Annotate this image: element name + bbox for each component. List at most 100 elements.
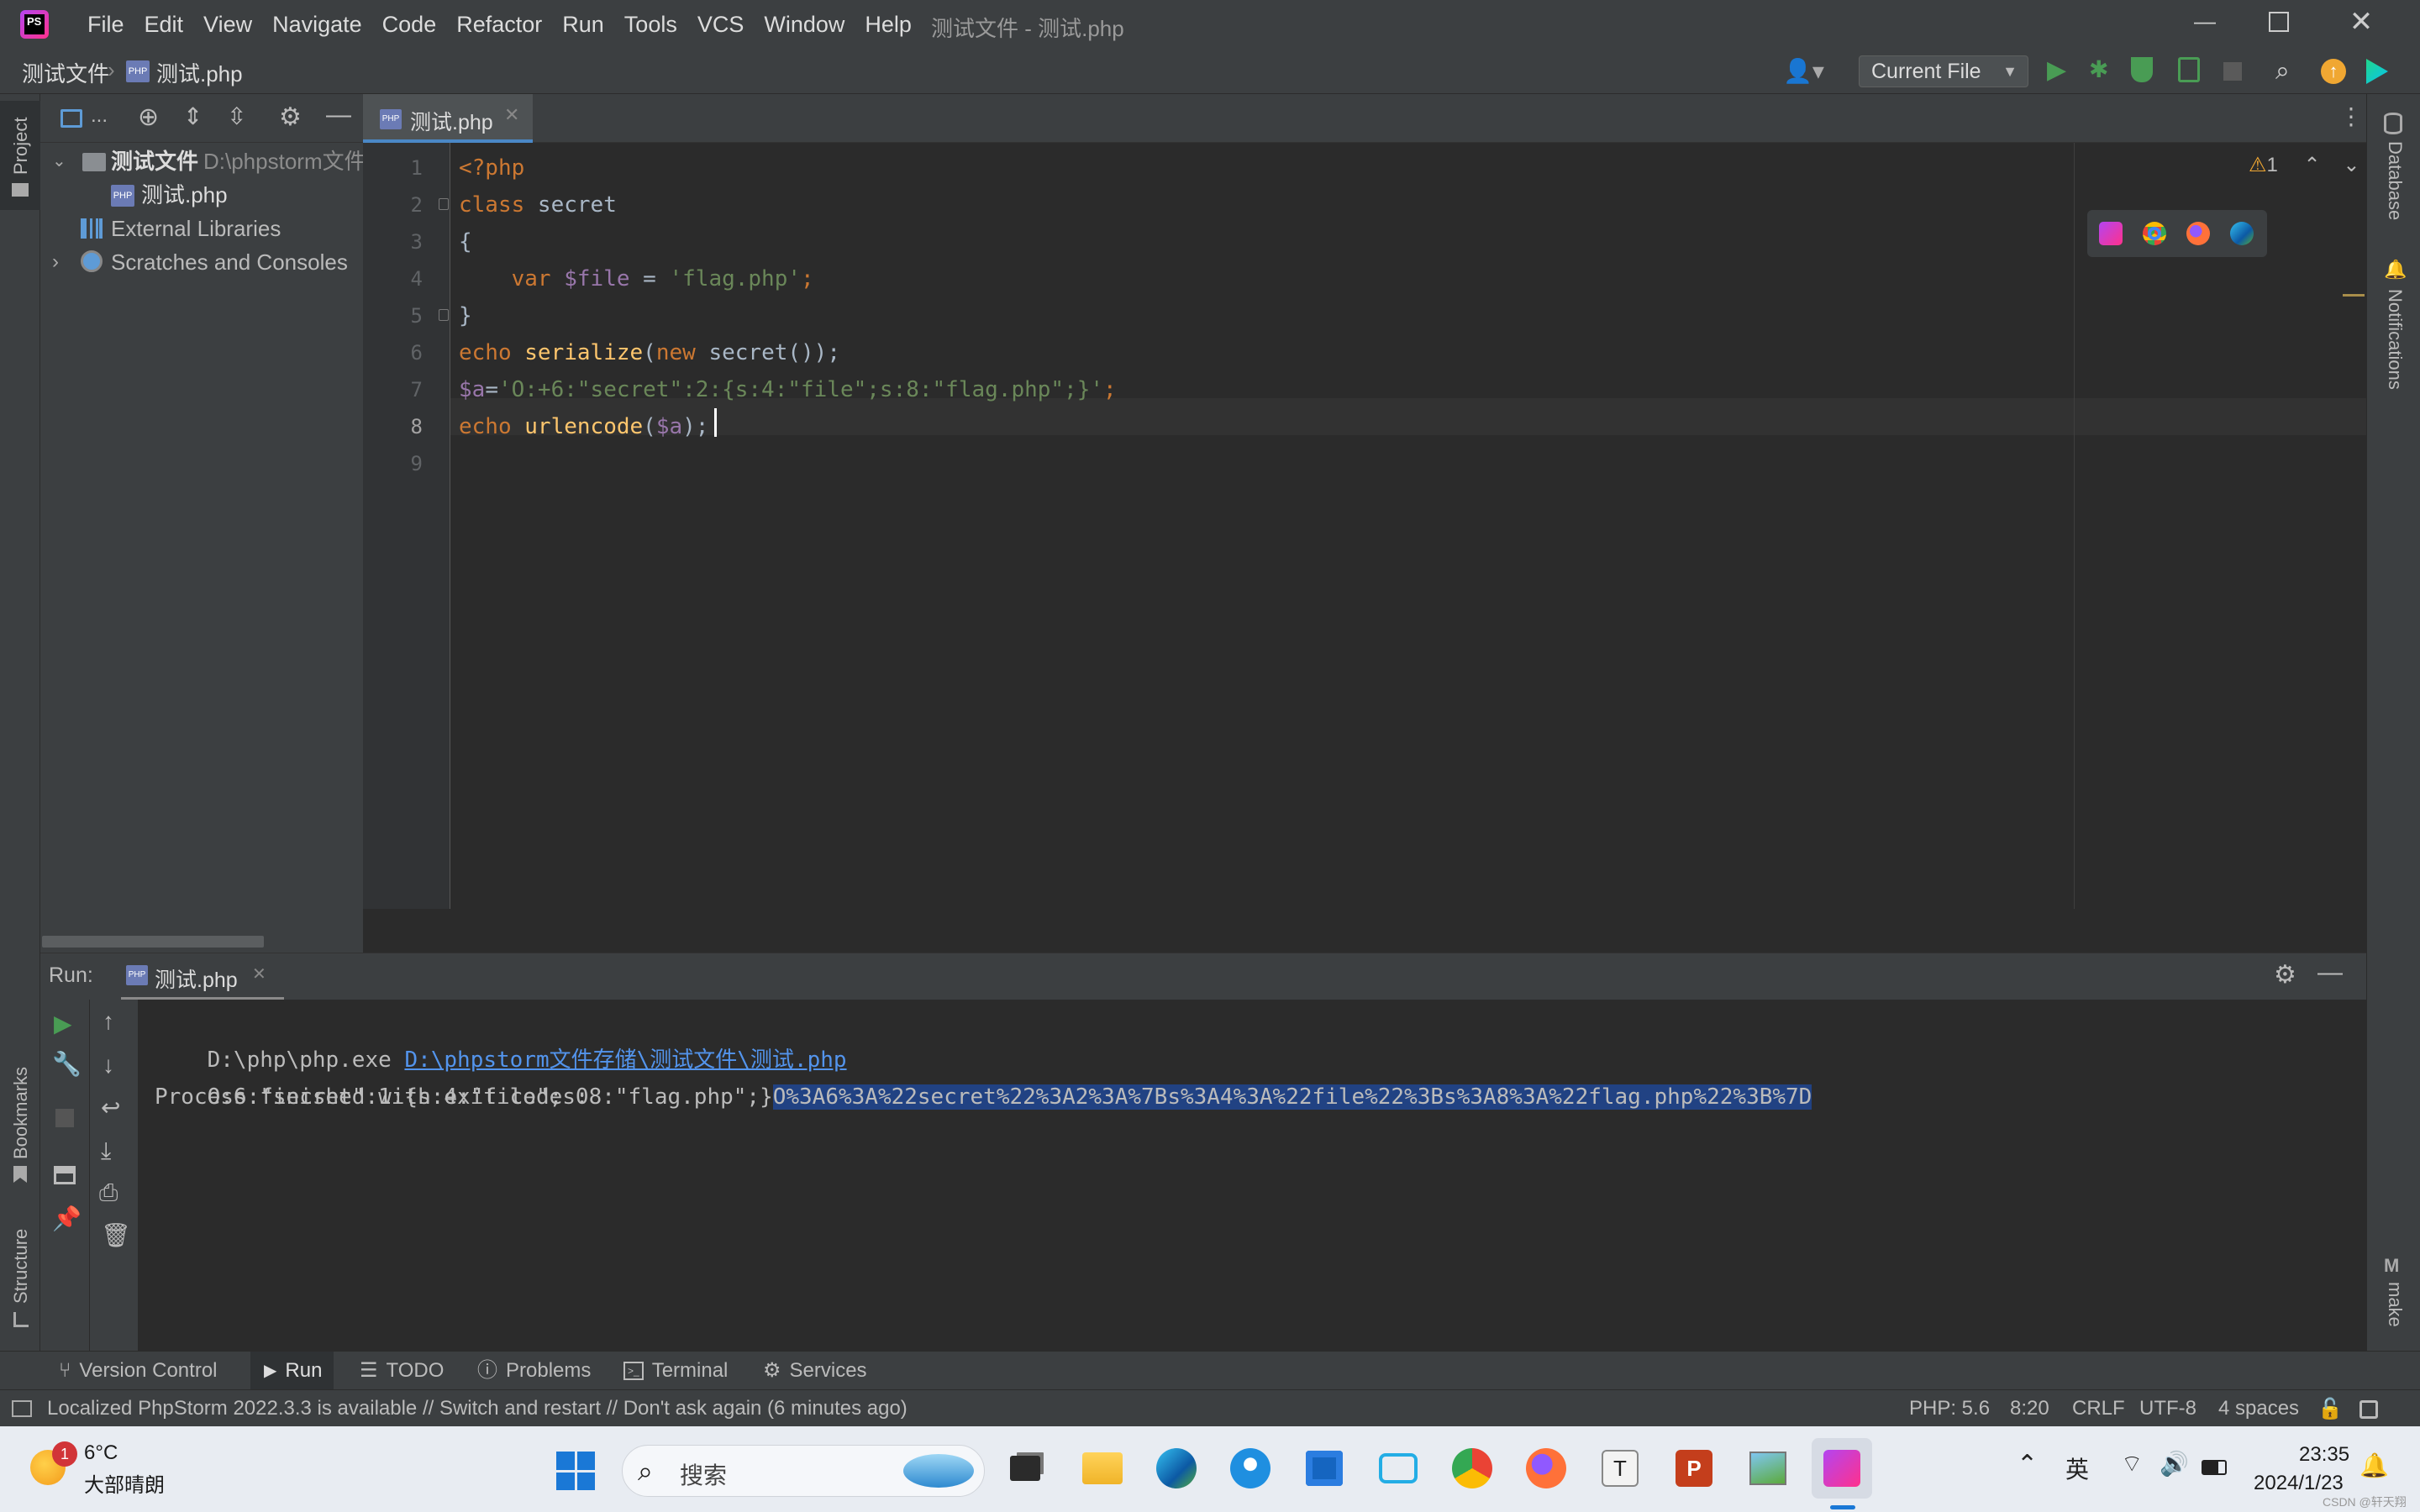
weather-widget[interactable]: 1 6°C 大部晴朗 xyxy=(25,1438,176,1499)
clock-time[interactable]: 23:35 xyxy=(2299,1443,2349,1467)
wrench-icon[interactable]: 🔧 xyxy=(52,1050,82,1078)
locate-icon[interactable]: ⊕ xyxy=(138,102,159,132)
chevron-down-icon[interactable]: ⌄ xyxy=(2343,154,2360,176)
gear-icon[interactable]: ⚙ xyxy=(279,102,302,132)
menu-item-navigate[interactable]: Navigate xyxy=(262,12,372,38)
status-caret-position[interactable]: 8:20 xyxy=(2010,1390,2049,1427)
profile-icon[interactable] xyxy=(2178,57,2200,82)
file-explorer-icon[interactable] xyxy=(1072,1438,1133,1499)
hide-panel-icon[interactable]: — xyxy=(326,101,351,129)
update-icon[interactable]: ↑ xyxy=(2321,59,2346,84)
run-icon[interactable]: ▶ xyxy=(2047,55,2066,85)
coverage-icon[interactable] xyxy=(2131,57,2153,82)
status-message[interactable]: Localized PhpStorm 2022.3.3 is available… xyxy=(47,1390,908,1427)
phpstorm-browser-icon[interactable] xyxy=(2099,222,2123,245)
phpstorm-logo-icon[interactable]: PS xyxy=(20,10,49,39)
panel-toggle-icon[interactable] xyxy=(12,1400,32,1417)
tool-version-control[interactable]: ⑂ Version Control xyxy=(59,1352,218,1390)
fold-marker-icon[interactable] xyxy=(439,198,449,210)
structure-tool-label[interactable]: Structure xyxy=(10,1229,32,1304)
inspection-icon[interactable] xyxy=(2360,1400,2378,1419)
menu-item-help[interactable]: Help xyxy=(855,12,922,38)
editor-tab-active[interactable]: PHP 测试.php ✕ xyxy=(363,94,533,143)
show-hidden-icons[interactable]: ⌃ xyxy=(2017,1450,2038,1479)
task-view-icon[interactable] xyxy=(995,1438,1055,1499)
powerpoint-icon[interactable]: P xyxy=(1664,1438,1724,1499)
clock-date[interactable]: 2024/1/23 xyxy=(2254,1472,2344,1495)
browser-icon[interactable] xyxy=(1220,1438,1281,1499)
status-php-version[interactable]: PHP: 5.6 xyxy=(1909,1390,1990,1427)
menu-item-vcs[interactable]: VCS xyxy=(687,12,755,38)
tree-row-file[interactable]: PHP 测试.php xyxy=(47,178,363,212)
user-icon[interactable]: 👤▾ xyxy=(1783,57,1824,85)
lock-icon[interactable]: 🔓 xyxy=(2317,1397,2343,1421)
menu-item-code[interactable]: Code xyxy=(372,12,447,38)
tool-services[interactable]: ⚙ Services xyxy=(763,1352,867,1390)
breadcrumb-file[interactable]: 测试.php xyxy=(156,57,243,88)
typora-icon[interactable]: T xyxy=(1590,1438,1650,1499)
battery-icon[interactable] xyxy=(2202,1460,2227,1475)
rerun-icon[interactable]: ▶ xyxy=(54,1010,72,1037)
tool-run[interactable]: ▶ Run xyxy=(250,1352,334,1390)
menu-item-edit[interactable]: Edit xyxy=(134,12,194,38)
print-icon[interactable]: ⎙ xyxy=(99,1179,118,1207)
store-icon[interactable] xyxy=(1294,1438,1355,1499)
database-tool-label[interactable]: Database xyxy=(2384,141,2406,220)
edge-icon[interactable] xyxy=(1146,1438,1207,1499)
minimize-button[interactable]: — xyxy=(2188,8,2222,42)
close-tab-icon[interactable]: ✕ xyxy=(252,963,266,984)
menu-item-tools[interactable]: Tools xyxy=(614,12,687,38)
scroll-to-end-icon[interactable]: ⤓ xyxy=(101,1137,111,1165)
notifications-tool-label[interactable]: Notifications xyxy=(2384,289,2406,390)
layout-icon[interactable] xyxy=(54,1166,76,1184)
menu-item-run[interactable]: Run xyxy=(552,12,614,38)
project-view-icon[interactable] xyxy=(60,109,82,128)
ime-indicator[interactable]: 英 xyxy=(2065,1452,2089,1485)
tree-row-external-libraries[interactable]: External Libraries xyxy=(47,212,363,245)
windows-start-icon[interactable] xyxy=(556,1452,595,1490)
arrow-up-icon[interactable]: ↑ xyxy=(103,1008,114,1035)
edge-icon[interactable] xyxy=(2230,222,2254,245)
run-tab[interactable]: PHP 测试.php ✕ xyxy=(121,953,284,1000)
status-encoding[interactable]: UTF-8 xyxy=(2139,1390,2196,1427)
stop-icon[interactable] xyxy=(2223,62,2242,81)
gear-icon[interactable]: ⚙ xyxy=(2274,960,2296,990)
tree-row-root[interactable]: ⌄ 测试文件 D:\phpstorm文件 xyxy=(47,144,366,178)
tool-terminal[interactable]: >_ Terminal xyxy=(623,1352,728,1390)
status-line-separator[interactable]: CRLF xyxy=(2072,1390,2125,1427)
soft-wrap-icon[interactable]: ↩ xyxy=(101,1094,120,1121)
jetbrains-toolbox-icon[interactable] xyxy=(2366,59,2388,84)
collapse-all-icon[interactable]: ⇳ xyxy=(227,102,246,130)
taskbar-search-box[interactable]: ⌕ 搜索 xyxy=(622,1445,985,1497)
status-indent[interactable]: 4 spaces xyxy=(2218,1390,2299,1427)
notification-bell-icon[interactable]: 🔔 xyxy=(2360,1452,2389,1479)
more-tabs-icon[interactable]: ⋮ xyxy=(2339,102,2363,130)
bookmarks-tool-label[interactable]: Bookmarks xyxy=(10,1067,32,1159)
console-output[interactable]: D:\php\php.exe D:\phpstorm文件存储\测试文件\测试.p… xyxy=(138,1000,2366,1351)
breadcrumb-project[interactable]: 测试文件 xyxy=(22,57,109,88)
run-config-select[interactable]: Current File ▼ xyxy=(1859,55,2028,87)
menu-item-window[interactable]: Window xyxy=(754,12,855,38)
inspection-widget[interactable]: ⚠1 ⌃ ⌄ xyxy=(2249,153,2360,177)
arrow-down-icon[interactable]: ↓ xyxy=(103,1052,114,1079)
stop-icon[interactable] xyxy=(55,1109,74,1127)
tool-todo[interactable]: ☰ TODO xyxy=(360,1352,444,1390)
project-horizontal-scrollbar[interactable] xyxy=(42,936,264,948)
project-view-label[interactable]: ... xyxy=(91,104,108,128)
phpstorm-taskbar-icon[interactable] xyxy=(1812,1438,1872,1499)
chevron-up-icon[interactable]: ⌃ xyxy=(2304,154,2321,176)
make-tool-label[interactable]: make xyxy=(2384,1282,2406,1327)
menu-item-view[interactable]: View xyxy=(193,12,262,38)
trash-icon[interactable]: 🗑 xyxy=(101,1221,131,1249)
firefox-icon[interactable] xyxy=(2186,222,2210,245)
hide-panel-icon[interactable]: — xyxy=(2317,958,2343,987)
bilibili-icon[interactable] xyxy=(1368,1438,1428,1499)
menu-item-file[interactable]: File xyxy=(77,12,134,38)
code-editor[interactable]: <?php class secret { var $file = 'flag.php… xyxy=(450,143,2366,909)
firefox-icon[interactable] xyxy=(1516,1438,1576,1499)
search-icon[interactable]: ⌕ xyxy=(2275,57,2290,86)
debug-icon[interactable]: ✱ xyxy=(2089,55,2108,83)
chrome-icon[interactable] xyxy=(1442,1438,1502,1499)
image-editor-icon[interactable] xyxy=(1738,1438,1798,1499)
pin-icon[interactable]: 📌 xyxy=(52,1205,82,1232)
